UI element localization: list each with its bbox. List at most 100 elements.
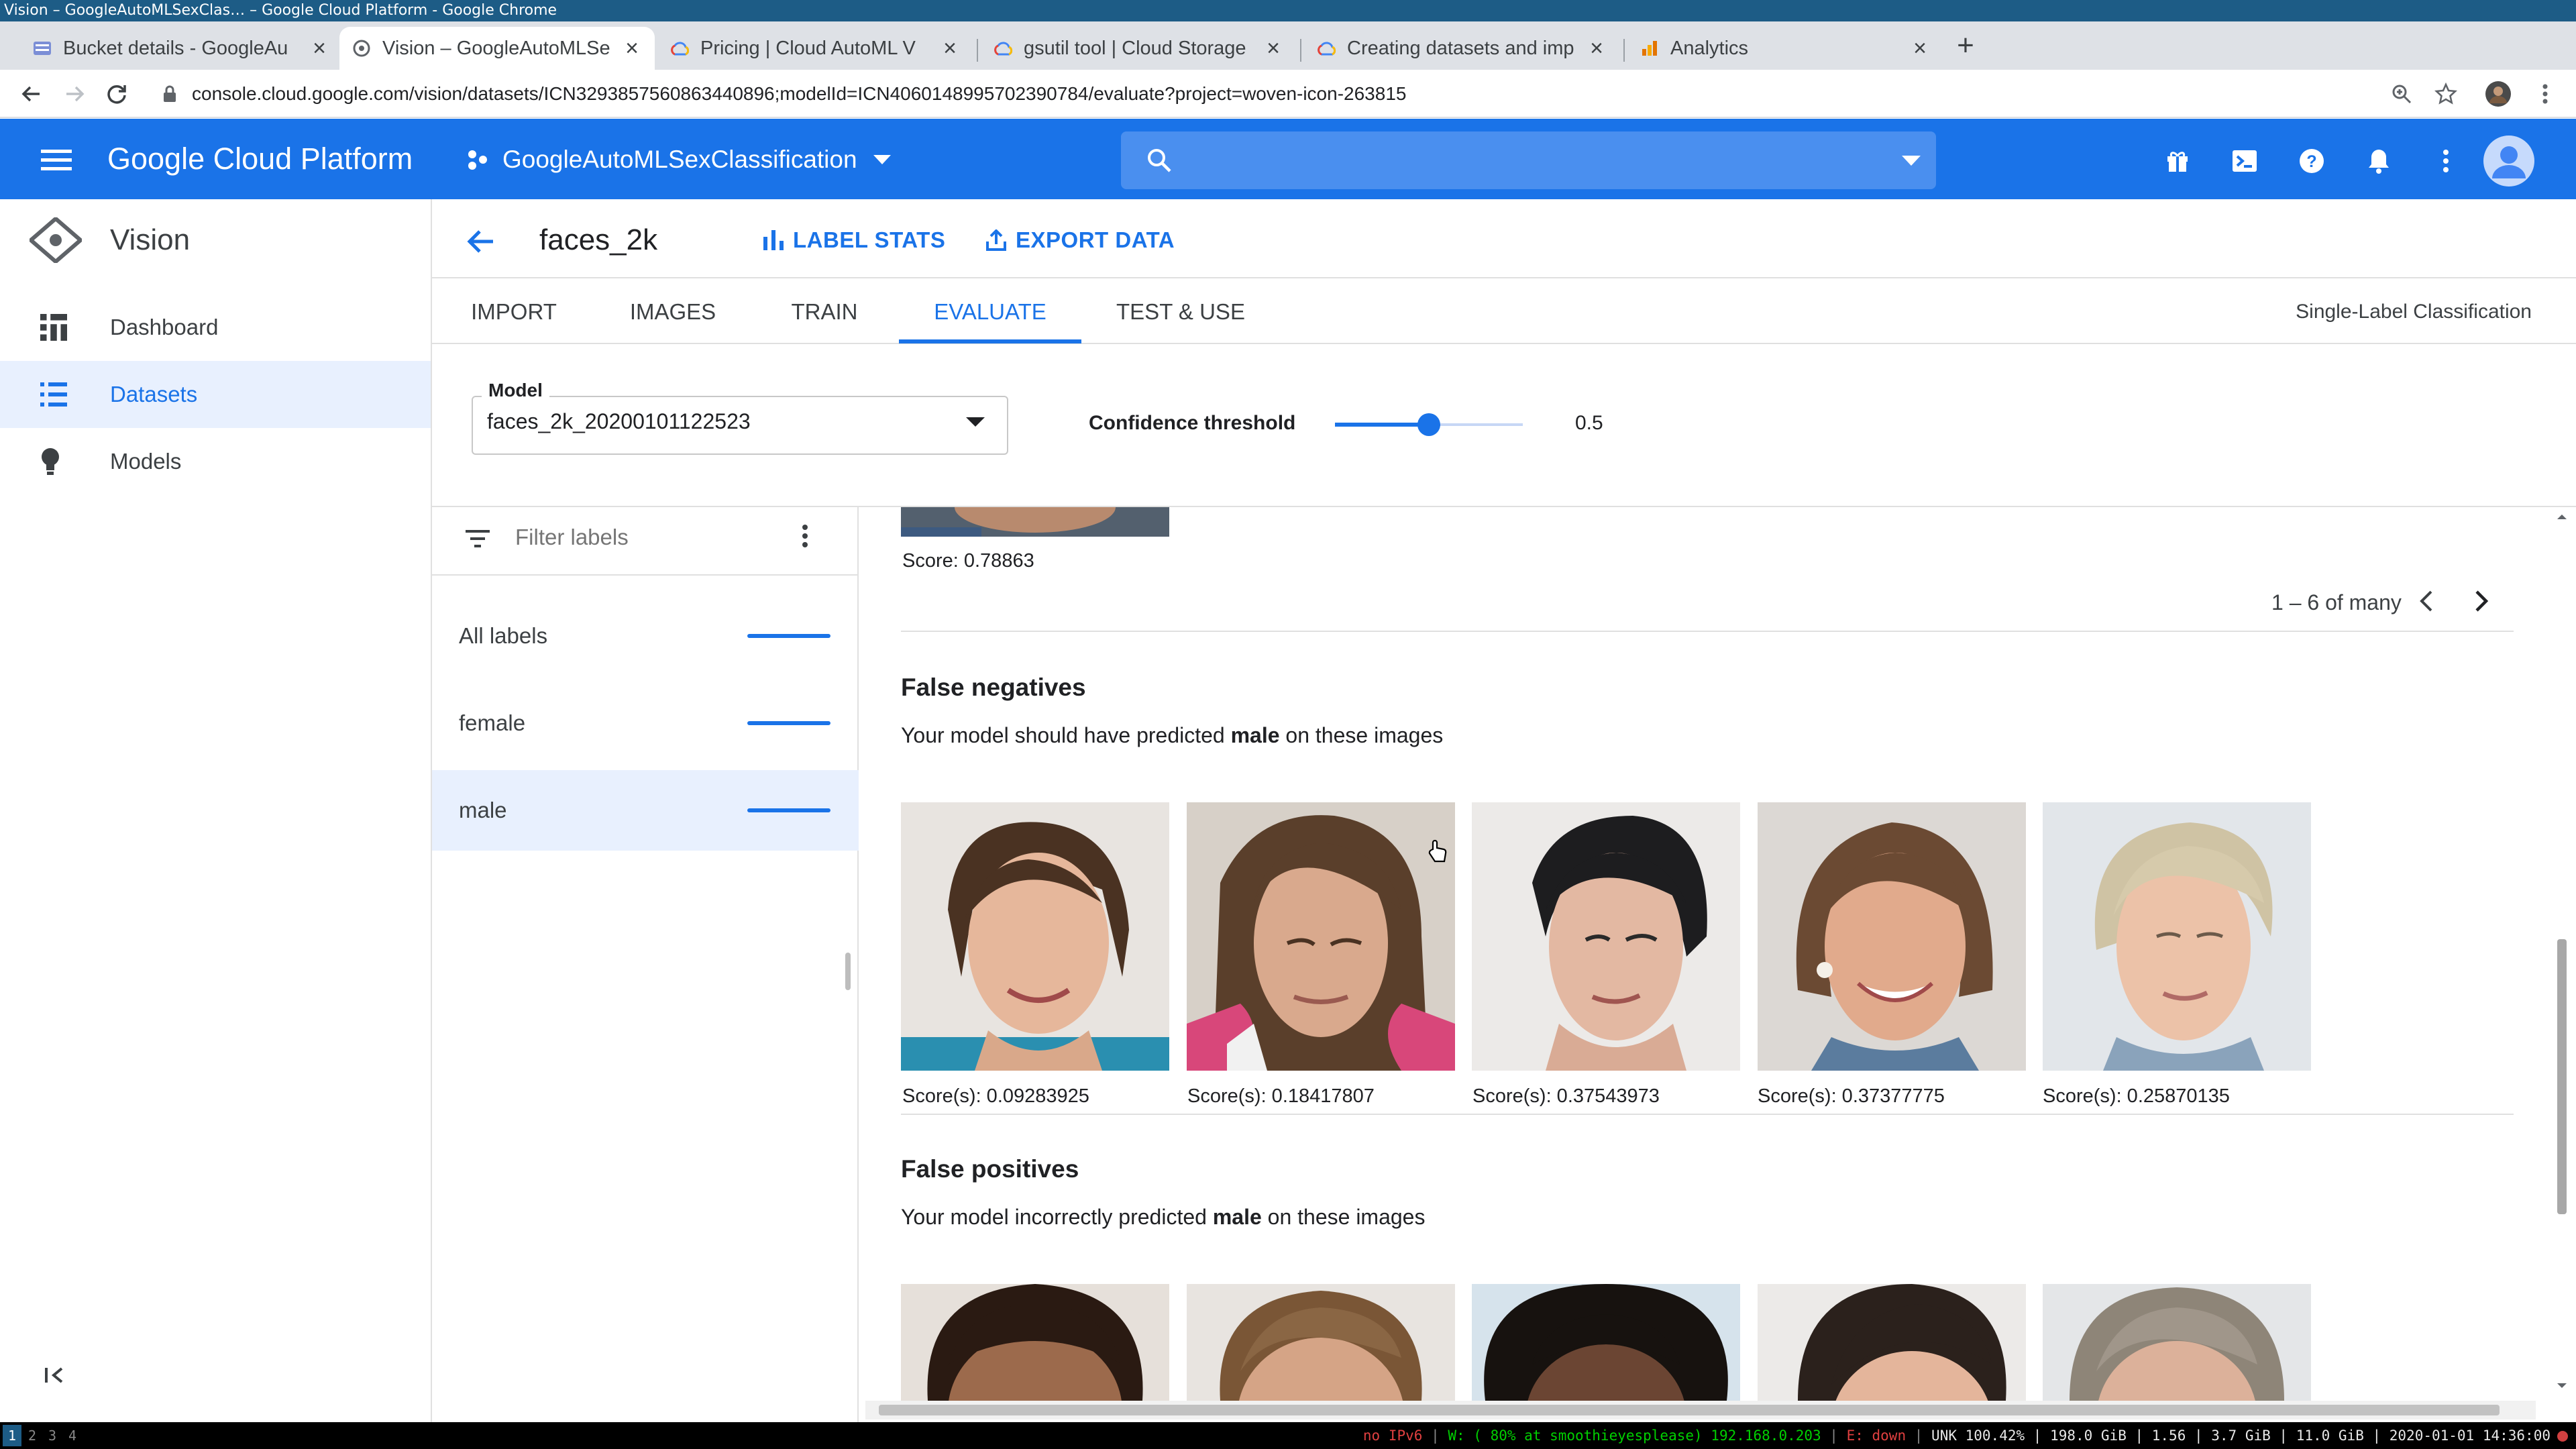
description-label: male bbox=[1212, 1205, 1262, 1229]
browser-tab[interactable]: Creating datasets and imp × bbox=[1304, 27, 1619, 70]
zoom-icon[interactable] bbox=[2385, 78, 2418, 110]
sidebar-item-label: Datasets bbox=[110, 382, 198, 407]
tab-train[interactable]: TRAIN bbox=[786, 280, 863, 344]
hamburger-menu-icon[interactable] bbox=[35, 141, 78, 178]
false-negatives-description: Your model should have predicted male on… bbox=[901, 723, 1443, 748]
label-bar bbox=[747, 721, 830, 725]
notifications-bell-icon[interactable] bbox=[2360, 142, 2398, 180]
dropdown-arrow-icon[interactable] bbox=[966, 417, 985, 427]
gift-icon[interactable] bbox=[2159, 142, 2196, 180]
chevron-left-icon[interactable] bbox=[2416, 588, 2436, 614]
label-stats-button[interactable]: LABEL STATS bbox=[763, 224, 945, 256]
close-tab-icon[interactable]: × bbox=[1909, 37, 1931, 60]
wifi-status: W: ( 80% at smoothieyesplease) 192.168.0… bbox=[1448, 1428, 1821, 1444]
image-score: Score(s): 0.37543973 bbox=[1472, 1085, 1660, 1107]
help-icon[interactable]: ? bbox=[2293, 142, 2330, 180]
confidence-slider-fill bbox=[1335, 423, 1429, 427]
bookmark-star-icon[interactable] bbox=[2430, 78, 2462, 110]
reload-icon[interactable] bbox=[101, 78, 133, 110]
description-text: Your model incorrectly predicted bbox=[901, 1205, 1213, 1229]
vision-logo-icon bbox=[30, 217, 82, 263]
workspace-1[interactable]: 1 bbox=[3, 1425, 21, 1446]
browser-tab[interactable]: gsutil tool | Cloud Storage × bbox=[981, 27, 1296, 70]
status-info: no IPv6 | W: ( 80% at smoothieyesplease)… bbox=[1363, 1422, 2568, 1449]
image-thumbnail[interactable] bbox=[1472, 1284, 1740, 1401]
gcp-logo[interactable]: Google Cloud Platform bbox=[107, 139, 413, 179]
browser-menu-icon[interactable] bbox=[2529, 78, 2561, 110]
image-thumbnail[interactable] bbox=[2043, 1284, 2311, 1401]
search-dropdown-icon[interactable] bbox=[1902, 156, 1921, 166]
caret-down-icon bbox=[873, 155, 891, 164]
close-tab-icon[interactable]: × bbox=[621, 37, 643, 60]
label-bar bbox=[747, 808, 830, 812]
product-title: Vision bbox=[110, 223, 191, 256]
more-vert-icon[interactable] bbox=[801, 523, 809, 549]
filter-labels-input[interactable]: Filter labels bbox=[515, 525, 629, 550]
image-thumbnail[interactable] bbox=[1758, 802, 2026, 1071]
image-score: Score(s): 0.37377775 bbox=[1758, 1085, 1945, 1107]
profile-avatar-icon[interactable] bbox=[2482, 78, 2514, 110]
image-thumbnail[interactable] bbox=[2043, 802, 2311, 1071]
tab-evaluate[interactable]: EVALUATE bbox=[899, 280, 1081, 344]
image-thumbnail[interactable] bbox=[901, 1284, 1169, 1401]
model-select-label: Model bbox=[482, 380, 549, 401]
label-item-female[interactable]: female bbox=[432, 683, 859, 763]
close-tab-icon[interactable]: × bbox=[939, 37, 961, 60]
sidebar-item-label: Models bbox=[110, 449, 182, 474]
image-thumbnail[interactable] bbox=[901, 507, 1169, 537]
scroll-up-icon[interactable] bbox=[2556, 513, 2568, 521]
tab-title: Analytics bbox=[1670, 37, 1749, 59]
forward-arrow-icon[interactable] bbox=[59, 78, 91, 110]
description-text: Your model should have predicted bbox=[901, 723, 1231, 747]
workspace-2[interactable]: 2 bbox=[23, 1425, 42, 1446]
chevron-right-icon[interactable] bbox=[2471, 588, 2491, 614]
project-dots-icon bbox=[466, 148, 489, 171]
sidebar-item-dashboard[interactable]: Dashboard bbox=[0, 294, 431, 361]
tab-import[interactable]: IMPORT bbox=[470, 280, 558, 344]
search-input[interactable] bbox=[1121, 131, 1936, 189]
back-arrow-icon[interactable] bbox=[15, 78, 47, 110]
filter-icon[interactable] bbox=[466, 530, 490, 547]
close-tab-icon[interactable]: × bbox=[1586, 37, 1607, 60]
tab-title: Bucket details - GoogleAu bbox=[63, 37, 288, 59]
back-arrow-icon[interactable] bbox=[462, 223, 499, 260]
sidebar-item-datasets[interactable]: Datasets bbox=[0, 361, 431, 428]
image-thumbnail[interactable] bbox=[1187, 1284, 1455, 1401]
description-text: on these images bbox=[1279, 723, 1444, 747]
image-thumbnail[interactable] bbox=[1187, 802, 1455, 1071]
image-score: Score(s): 0.25870135 bbox=[2043, 1085, 2230, 1107]
bar-chart-icon bbox=[763, 230, 784, 250]
tab-images[interactable]: IMAGES bbox=[624, 280, 722, 344]
browser-tab[interactable]: Pricing | Cloud AutoML V × bbox=[657, 27, 973, 70]
browser-tab[interactable]: Bucket details - GoogleAu × bbox=[20, 27, 342, 70]
browser-tab[interactable]: Analytics × bbox=[1627, 27, 1943, 70]
workspace-3[interactable]: 3 bbox=[43, 1425, 62, 1446]
analytics-icon bbox=[1640, 38, 1660, 58]
address-bar[interactable]: console.cloud.google.com/vision/datasets… bbox=[192, 78, 1406, 110]
export-data-button[interactable]: EXPORT DATA bbox=[986, 224, 1175, 256]
project-picker[interactable]: GoogleAutoMLSexClassification bbox=[466, 141, 891, 178]
scroll-down-icon[interactable] bbox=[2556, 1382, 2568, 1390]
label-item-all[interactable]: All labels bbox=[432, 596, 859, 676]
lock-icon[interactable] bbox=[162, 85, 177, 103]
workspace-4[interactable]: 4 bbox=[63, 1425, 82, 1446]
more-vert-icon[interactable] bbox=[2427, 142, 2465, 180]
panel-resize-handle[interactable] bbox=[845, 953, 851, 990]
vertical-scrollbar-thumb[interactable] bbox=[2557, 939, 2567, 1214]
new-tab-button[interactable]: + bbox=[1949, 30, 1982, 62]
cloud-shell-icon[interactable] bbox=[2226, 142, 2263, 180]
close-tab-icon[interactable]: × bbox=[1263, 37, 1284, 60]
tab-test-use[interactable]: TEST & USE bbox=[1114, 280, 1248, 344]
account-avatar-icon[interactable] bbox=[2482, 134, 2536, 188]
collapse-nav-icon[interactable] bbox=[44, 1366, 64, 1385]
horizontal-scrollbar-thumb[interactable] bbox=[879, 1405, 2500, 1415]
sidebar-item-models[interactable]: Models bbox=[0, 428, 431, 495]
label-item-male[interactable]: male bbox=[432, 770, 859, 851]
image-thumbnail[interactable] bbox=[901, 802, 1169, 1071]
image-thumbnail[interactable] bbox=[1758, 1284, 2026, 1401]
image-thumbnail[interactable] bbox=[1472, 802, 1740, 1071]
close-tab-icon[interactable]: × bbox=[309, 37, 330, 60]
browser-tab-active[interactable]: Vision – GoogleAutoMLSe × bbox=[339, 27, 655, 70]
system-stats: UNK 100.42% | 198.0 GiB | 1.56 | 3.7 GiB… bbox=[1931, 1428, 2551, 1444]
confidence-slider-handle[interactable] bbox=[1417, 413, 1440, 436]
